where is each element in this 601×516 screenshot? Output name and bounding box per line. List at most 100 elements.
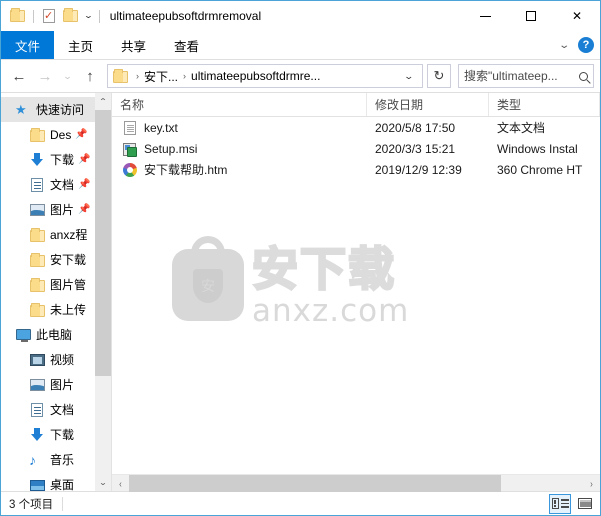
picture-icon — [29, 377, 45, 393]
details-view-button[interactable] — [549, 493, 571, 514]
forward-button[interactable]: → — [33, 64, 57, 88]
file-list-pane: 名称 ⌃ 修改日期 类型 key.txt 2020/5/8 17:50 文本文档 Se… — [111, 93, 600, 494]
file-name-label: Setup.msi — [144, 141, 198, 156]
toolbar-divider — [33, 9, 34, 23]
column-headers: 名称 ⌃ 修改日期 类型 — [112, 93, 600, 117]
document-icon — [29, 402, 45, 418]
breadcrumb-item-parent[interactable]: 安下... — [144, 68, 178, 85]
download-icon — [29, 152, 45, 168]
sidebar-scrollbar[interactable]: ⌃ ⌄ — [95, 93, 111, 491]
sidebar-item-label: 下载 — [50, 428, 75, 442]
minimize-button[interactable] — [462, 1, 508, 31]
properties-icon[interactable]: ✓ — [40, 7, 58, 25]
horizontal-scrollbar[interactable]: ‹ › — [112, 472, 600, 494]
sidebar-scroll-thumb[interactable] — [95, 110, 111, 376]
breadcrumb-separator: › — [136, 71, 139, 81]
maximize-button[interactable] — [508, 1, 554, 31]
item-count-label: 3 个项目 — [9, 498, 54, 511]
table-row[interactable]: Setup.msi 2020/3/3 15:21 Windows Instal — [112, 138, 600, 159]
title-bar: ✓ ⌄ ultimateepubsoftdrmremoval ✕ — [1, 1, 600, 31]
tab-view[interactable]: 查看 — [160, 31, 213, 59]
file-type-cell: 360 Chrome HT — [497, 162, 583, 177]
scroll-right-icon[interactable]: › — [583, 472, 600, 494]
msi-installer-icon — [122, 141, 138, 157]
folder-icon — [29, 302, 45, 318]
desktop-icon — [29, 477, 45, 492]
sidebar-item-label: 图片 — [50, 378, 75, 392]
picture-icon — [29, 202, 45, 218]
chevron-down-icon[interactable]: ⌄ — [558, 40, 570, 51]
star-pin-icon: ★ — [15, 101, 27, 117]
html-file-icon — [122, 162, 138, 178]
chevron-down-icon[interactable]: ⌄ — [83, 12, 93, 20]
folder-icon — [112, 68, 128, 84]
this-pc-icon — [15, 327, 31, 343]
file-name-cell: key.txt — [112, 120, 367, 136]
search-icon — [579, 71, 588, 81]
sidebar-scroll-track[interactable] — [95, 110, 111, 474]
window-controls: ✕ — [462, 1, 600, 31]
back-button[interactable]: ← — [7, 64, 31, 88]
help-icon[interactable]: ? — [578, 37, 594, 53]
horizontal-scroll-track[interactable] — [129, 474, 583, 492]
folder-icon[interactable] — [9, 7, 27, 25]
tab-home[interactable]: 主页 — [54, 31, 107, 59]
video-icon — [29, 352, 45, 368]
close-button[interactable]: ✕ — [554, 1, 600, 31]
sidebar-item-label: Des — [50, 127, 72, 142]
file-name-label: 安下载帮助.htm — [144, 163, 228, 177]
pin-icon[interactable]: 📌 — [75, 129, 87, 140]
file-name-label: key.txt — [144, 120, 178, 135]
watermark-en: anxz.com — [252, 293, 410, 329]
ribbon-tabs: 文件 主页 共享 查看 ⌄ ? — [1, 31, 600, 60]
pin-icon[interactable]: 📌 — [78, 179, 90, 190]
table-row[interactable]: 安下载帮助.htm 2019/12/9 12:39 360 Chrome HT — [112, 159, 600, 180]
search-box[interactable] — [458, 64, 594, 88]
sort-ascending-icon: ⌃ — [230, 93, 242, 98]
horizontal-scroll-thumb[interactable] — [129, 474, 502, 492]
sidebar-item-label: 文档 — [50, 403, 75, 417]
new-folder-icon[interactable] — [62, 7, 80, 25]
table-row[interactable]: key.txt 2020/5/8 17:50 文本文档 — [112, 117, 600, 138]
recent-locations-button[interactable]: ⌄ — [56, 64, 78, 88]
watermark-logo: 安 安下载 anxz.com — [172, 230, 422, 340]
rows-container: key.txt 2020/5/8 17:50 文本文档 Setup.msi 2020/3… — [112, 117, 600, 180]
sidebar-item-label: 快速访问 — [36, 103, 85, 117]
up-button[interactable]: ↑ — [78, 64, 102, 88]
tab-file[interactable]: 文件 — [1, 31, 55, 59]
breadcrumb[interactable]: › 安下... › ultimateepubsoftdrmre... ⌄ — [107, 64, 423, 88]
breadcrumb-item-current[interactable]: ultimateepubsoftdrmre... — [191, 69, 320, 83]
file-date-cell: 2020/3/3 15:21 — [375, 141, 456, 156]
navigation-pane: ★ 快速访问 Des 📌 下载 📌 文档 📌 图片 📌 anxz程 安下载 图片管 未上传 此电脑 视频 图片文… — [1, 93, 111, 491]
bag-icon: 安 — [172, 236, 244, 321]
search-input[interactable] — [464, 69, 577, 83]
text-file-icon — [122, 120, 138, 136]
view-mode-buttons — [549, 493, 596, 514]
refresh-button[interactable]: ↻ — [427, 64, 451, 88]
column-header-type[interactable]: 类型 — [489, 93, 600, 116]
music-icon: ♪ — [29, 451, 36, 468]
folder-icon — [29, 227, 45, 243]
scroll-left-icon[interactable]: ‹ — [112, 472, 129, 494]
large-icons-view-icon — [578, 498, 592, 509]
sidebar-item-label: anxz程 — [50, 228, 88, 242]
column-header-date[interactable]: 修改日期 — [367, 93, 489, 116]
tab-share[interactable]: 共享 — [107, 31, 160, 59]
explorer-body: ★ 快速访问 Des 📌 下载 📌 文档 📌 图片 📌 anxz程 安下载 图片管 未上传 此电脑 视频 图片文… — [1, 92, 600, 494]
pin-icon[interactable]: 📌 — [78, 204, 90, 215]
sidebar-item-label: 此电脑 — [36, 328, 73, 342]
file-date-cell: 2020/5/8 17:50 — [375, 120, 456, 135]
folder-icon — [29, 252, 45, 268]
file-rows: key.txt 2020/5/8 17:50 文本文档 Setup.msi 2020/3… — [112, 117, 600, 474]
large-icons-view-button[interactable] — [574, 494, 596, 514]
file-date-cell: 2019/12/9 12:39 — [375, 162, 462, 177]
column-header-name[interactable]: 名称 ⌃ — [112, 93, 367, 116]
sidebar-item-label: 文档 — [50, 178, 75, 192]
pin-icon[interactable]: 📌 — [78, 154, 90, 165]
sidebar-item-label: 安下载 — [50, 253, 87, 267]
download-icon — [29, 427, 45, 443]
status-divider — [62, 496, 64, 511]
chevron-down-icon[interactable]: ⌄ — [394, 71, 424, 82]
sidebar-item-label: 视频 — [50, 353, 75, 367]
watermark-cn: 安下载 — [251, 242, 396, 297]
